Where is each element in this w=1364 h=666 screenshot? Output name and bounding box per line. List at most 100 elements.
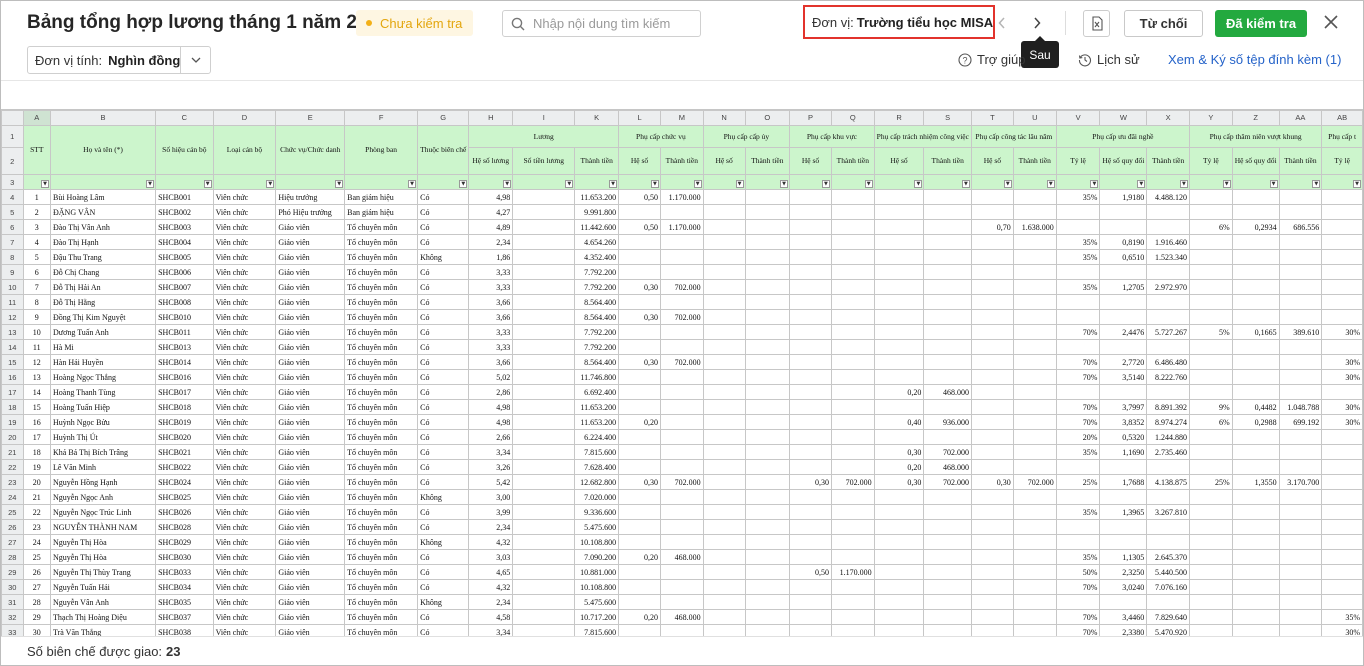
table-cell[interactable] xyxy=(873,189,925,205)
table-cell[interactable] xyxy=(1012,519,1057,535)
table-cell[interactable] xyxy=(659,339,704,355)
table-cell[interactable] xyxy=(512,279,576,295)
table-cell[interactable]: 70% xyxy=(1055,414,1101,430)
table-cell[interactable] xyxy=(970,204,1014,220)
table-cell[interactable]: Đào Thị Vân Anh xyxy=(49,219,157,235)
table-cell[interactable]: 2,3250 xyxy=(1099,564,1148,580)
table-cell[interactable]: 2,34 xyxy=(468,234,514,250)
table-cell[interactable] xyxy=(1055,309,1101,325)
table-cell[interactable] xyxy=(1099,219,1148,235)
table-cell[interactable]: Hiệu trưởng xyxy=(275,189,346,205)
table-cell[interactable]: Tổ chuyên môn xyxy=(344,414,419,430)
currency-unit-select[interactable]: Đơn vị tính: Nghìn đồng xyxy=(27,46,211,74)
table-cell[interactable] xyxy=(702,264,746,280)
table-cell[interactable] xyxy=(1278,624,1323,636)
table-cell[interactable] xyxy=(512,549,576,565)
table-cell[interactable] xyxy=(830,354,875,370)
table-cell[interactable] xyxy=(1012,249,1057,265)
table-cell[interactable] xyxy=(1188,354,1233,370)
table-cell[interactable]: 1,7688 xyxy=(1099,474,1148,490)
table-cell[interactable]: 3,26 xyxy=(468,459,514,475)
table-cell[interactable] xyxy=(618,294,661,310)
row-header[interactable]: 15 xyxy=(1,354,24,370)
table-cell[interactable] xyxy=(789,204,832,220)
table-cell[interactable] xyxy=(1188,489,1233,505)
table-cell[interactable] xyxy=(830,534,875,550)
next-record-button[interactable] xyxy=(1025,11,1049,35)
table-cell[interactable] xyxy=(923,189,972,205)
table-cell[interactable]: Giáo viên xyxy=(275,474,346,490)
table-cell[interactable]: 8.564.400 xyxy=(574,294,620,310)
table-cell[interactable] xyxy=(970,444,1014,460)
table-cell[interactable]: 1.170.000 xyxy=(830,564,875,580)
table-cell[interactable] xyxy=(702,279,746,295)
table-cell[interactable] xyxy=(744,219,791,235)
table-cell[interactable] xyxy=(1278,249,1323,265)
table-cell[interactable] xyxy=(1321,549,1363,565)
table-cell[interactable] xyxy=(744,399,791,415)
table-cell[interactable]: Tổ chuyên môn xyxy=(344,279,419,295)
table-cell[interactable] xyxy=(702,369,746,385)
table-cell[interactable]: 20% xyxy=(1055,429,1101,445)
table-cell[interactable]: Hoàng Ngọc Thắng xyxy=(49,369,157,385)
table-cell[interactable]: Có xyxy=(417,369,470,385)
table-cell[interactable] xyxy=(1321,219,1363,235)
table-cell[interactable]: 0,30 xyxy=(970,474,1014,490)
filter-dropdown-icon[interactable]: ▼ xyxy=(1003,180,1012,188)
table-cell[interactable]: 22 xyxy=(22,504,52,520)
table-cell[interactable] xyxy=(1012,339,1057,355)
table-cell[interactable]: 702.000 xyxy=(923,444,972,460)
table-cell[interactable]: 23 xyxy=(22,519,52,535)
table-cell[interactable]: 2,4476 xyxy=(1099,324,1148,340)
table-cell[interactable] xyxy=(1278,504,1323,520)
table-cell[interactable]: 1,1305 xyxy=(1099,549,1148,565)
table-cell[interactable]: Tổ chuyên môn xyxy=(344,339,419,355)
table-cell[interactable]: Tổ chuyên môn xyxy=(344,294,419,310)
filter-dropdown-icon[interactable]: ▼ xyxy=(146,180,155,188)
table-cell[interactable] xyxy=(744,474,791,490)
org-unit-selector[interactable]: Đơn vị: Trường tiểu học MISA xyxy=(803,5,995,39)
table-cell[interactable]: Có xyxy=(417,324,470,340)
column-letter[interactable]: H xyxy=(468,110,514,126)
table-cell[interactable] xyxy=(1055,264,1101,280)
table-cell[interactable]: Ban giám hiệu xyxy=(344,204,419,220)
table-cell[interactable] xyxy=(873,549,925,565)
table-cell[interactable]: ĐẶNG VÂN xyxy=(49,204,157,220)
table-cell[interactable]: Nguyễn Ngọc Trúc Linh xyxy=(49,504,157,520)
table-cell[interactable]: SHCB007 xyxy=(155,279,214,295)
row-header[interactable]: 14 xyxy=(1,339,24,355)
filter-dropdown-icon[interactable]: ▼ xyxy=(1046,180,1055,188)
table-cell[interactable] xyxy=(744,519,791,535)
table-cell[interactable]: 11.746.800 xyxy=(574,369,620,385)
table-cell[interactable]: 10.881.000 xyxy=(574,564,620,580)
table-cell[interactable] xyxy=(1231,609,1280,625)
table-cell[interactable]: 699.192 xyxy=(1278,414,1323,430)
table-cell[interactable]: 4,89 xyxy=(468,219,514,235)
table-cell[interactable]: 0,6510 xyxy=(1099,249,1148,265)
table-cell[interactable] xyxy=(1321,249,1363,265)
filter-dropdown-icon[interactable]: ▼ xyxy=(459,180,468,188)
table-cell[interactable] xyxy=(659,459,704,475)
table-cell[interactable] xyxy=(830,414,875,430)
filter-dropdown-icon[interactable]: ▼ xyxy=(408,180,417,188)
table-cell[interactable] xyxy=(512,324,576,340)
table-cell[interactable] xyxy=(923,339,972,355)
table-cell[interactable] xyxy=(1099,204,1148,220)
table-cell[interactable] xyxy=(1188,564,1233,580)
table-cell[interactable] xyxy=(789,354,832,370)
table-cell[interactable]: 19 xyxy=(22,459,52,475)
table-cell[interactable] xyxy=(702,189,746,205)
table-cell[interactable] xyxy=(873,624,925,636)
table-cell[interactable]: 3 xyxy=(22,219,52,235)
table-cell[interactable] xyxy=(970,309,1014,325)
table-cell[interactable] xyxy=(789,384,832,400)
table-cell[interactable]: 15 xyxy=(22,399,52,415)
table-cell[interactable] xyxy=(1321,264,1363,280)
table-cell[interactable]: Viên chức xyxy=(212,369,277,385)
table-cell[interactable] xyxy=(789,294,832,310)
table-cell[interactable] xyxy=(1099,294,1148,310)
table-cell[interactable]: Giáo viên xyxy=(275,249,346,265)
row-header[interactable]: 4 xyxy=(1,189,24,205)
table-cell[interactable] xyxy=(618,234,661,250)
table-cell[interactable] xyxy=(618,384,661,400)
